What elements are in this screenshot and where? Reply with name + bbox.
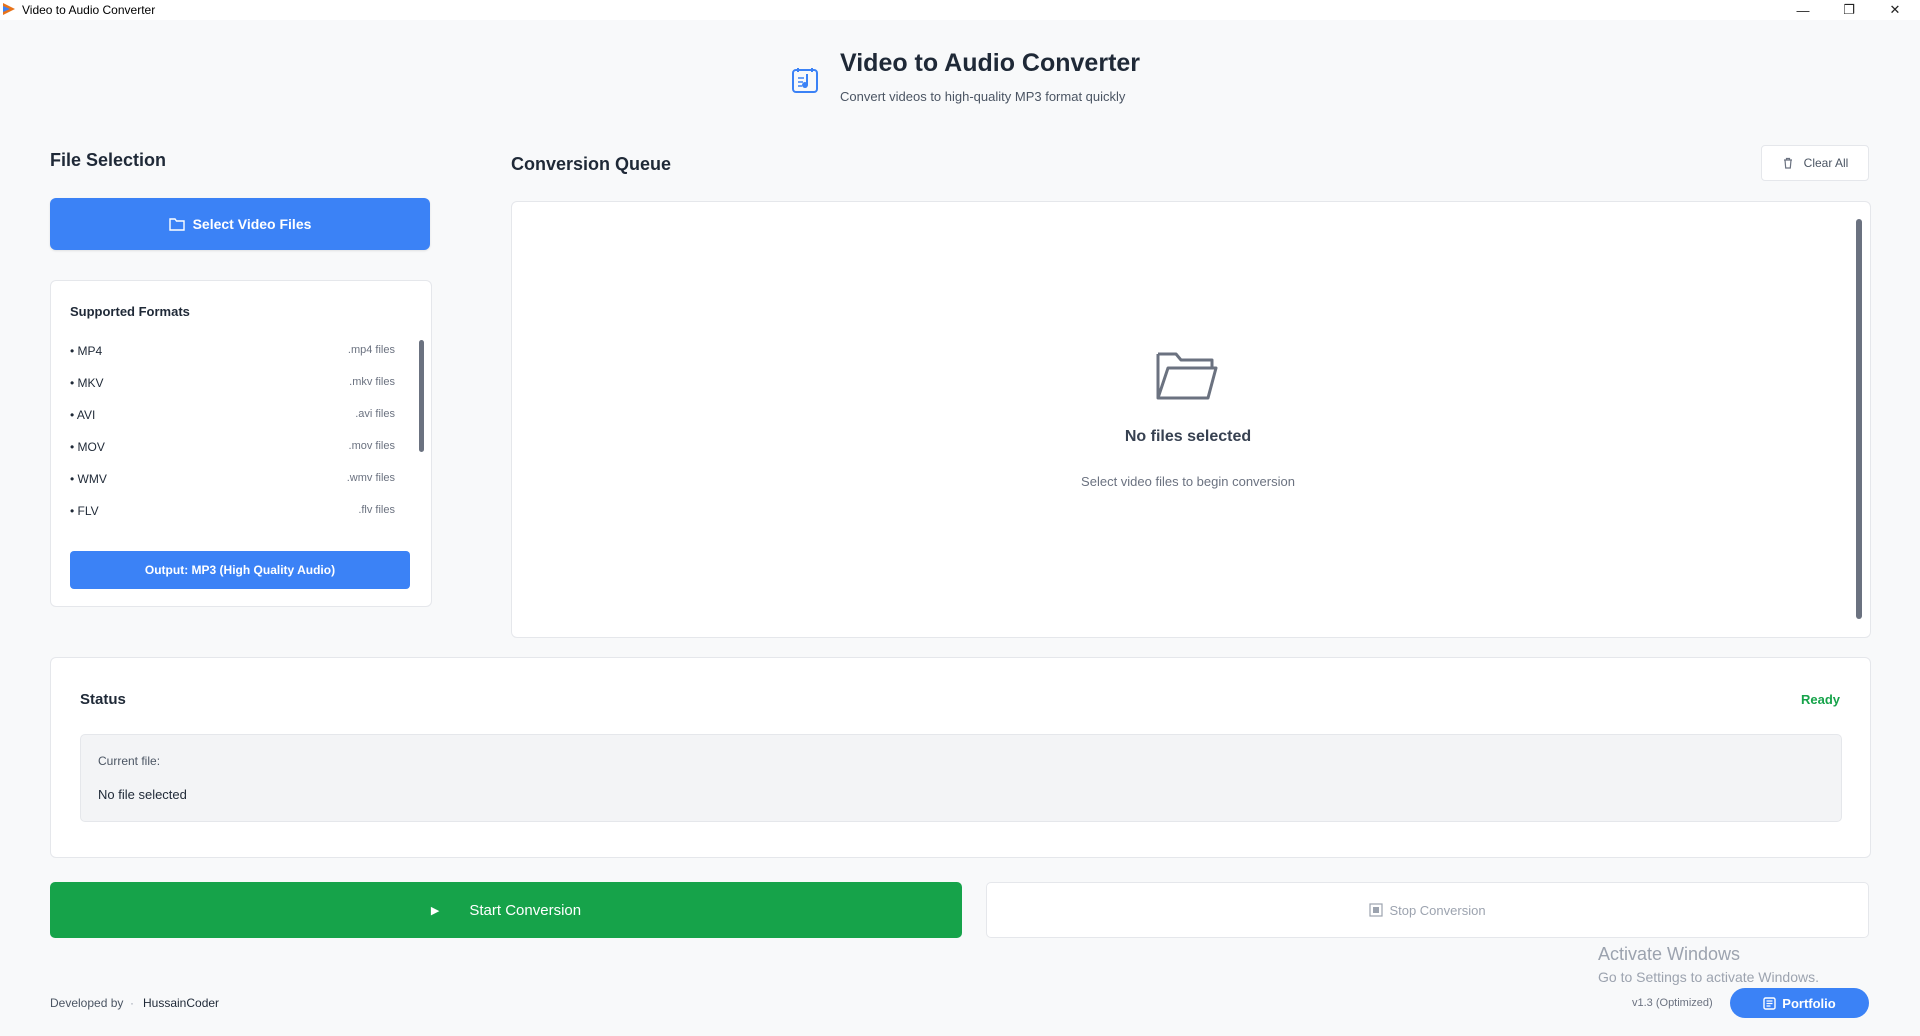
formats-scrollbar[interactable] [419, 340, 424, 452]
format-name: • AVI [70, 408, 96, 422]
music-note-icon [792, 68, 818, 93]
output-format-button[interactable]: Output: MP3 (High Quality Audio) [70, 551, 410, 589]
format-item: • MKV .mkv files [70, 376, 395, 396]
current-file-value: No file selected [98, 787, 187, 802]
stop-conversion-label: Stop Conversion [1389, 902, 1486, 918]
portfolio-button[interactable]: Portfolio [1730, 988, 1869, 1018]
format-item: • MP4 .mp4 files [70, 344, 395, 364]
format-extension: .mov files [348, 440, 395, 452]
activate-windows-subtitle: Go to Settings to activate Windows. [1598, 969, 1819, 985]
start-conversion-button[interactable]: ▶ Start Conversion [50, 882, 962, 938]
stop-conversion-button[interactable]: Stop Conversion [986, 882, 1869, 938]
format-extension: .avi files [355, 408, 395, 420]
format-item: • WMV .wmv files [70, 472, 395, 492]
format-name: • FLV [70, 504, 99, 518]
status-badge: Ready [1800, 692, 1840, 707]
empty-queue-subtitle: Select video files to begin conversion [1081, 474, 1295, 489]
window-title: Video to Audio Converter [22, 3, 156, 17]
format-name: • MP4 [70, 344, 103, 358]
folder-icon [168, 218, 185, 231]
current-file-label: Current file: [98, 754, 161, 768]
queue-scrollbar[interactable] [1856, 219, 1862, 619]
format-item: • FLV .flv files [70, 504, 395, 524]
app-logo-icon [3, 3, 15, 15]
empty-folder-icon [1156, 352, 1218, 400]
minimize-button[interactable]: — [1780, 0, 1826, 20]
trash-icon [1783, 157, 1792, 169]
footer-separator: · [130, 996, 134, 1010]
format-extension: .flv files [358, 504, 395, 516]
developed-by-label: Developed by [50, 996, 124, 1010]
format-name: • MOV [70, 440, 105, 454]
format-name: • WMV [70, 472, 107, 486]
start-conversion-label: Start Conversion [469, 901, 582, 919]
play-icon: ▶ [430, 904, 440, 917]
format-extension: .mkv files [349, 376, 395, 388]
current-file-box [80, 734, 1842, 822]
file-selection-title: File Selection [50, 150, 167, 170]
conversion-queue-title: Conversion Queue [511, 154, 672, 174]
activate-windows-title: Activate Windows [1598, 944, 1741, 964]
status-label: Status [80, 691, 126, 708]
clear-all-label: Clear All [1803, 156, 1849, 170]
select-video-files-button[interactable]: Select Video Files [50, 198, 430, 250]
developer-name: HussainCoder [143, 996, 220, 1010]
version-label: v1.3 (Optimized) [1632, 997, 1713, 1009]
title-bar [0, 0, 1920, 20]
clear-all-button[interactable]: Clear All [1761, 145, 1869, 181]
format-item: • AVI .avi files [70, 408, 395, 428]
page-subtitle: Convert videos to high-quality MP3 forma… [840, 89, 1126, 104]
format-extension: .wmv files [346, 472, 395, 484]
portfolio-label: Portfolio [1782, 995, 1836, 1011]
page-title: Video to Audio Converter [840, 49, 1141, 77]
select-video-files-label: Select Video Files [192, 216, 312, 232]
stop-icon [1369, 903, 1384, 917]
empty-queue-title: No files selected [1124, 428, 1252, 445]
format-extension: .mp4 files [347, 344, 395, 356]
format-name: • MKV [70, 376, 104, 390]
close-button[interactable]: ✕ [1872, 0, 1918, 20]
format-item: • MOV .mov files [70, 440, 395, 460]
supported-formats-title: Supported Formats [70, 304, 190, 319]
conversion-queue-panel [511, 201, 1871, 638]
portfolio-icon [1763, 996, 1776, 1010]
maximize-button[interactable]: ❐ [1826, 0, 1872, 20]
